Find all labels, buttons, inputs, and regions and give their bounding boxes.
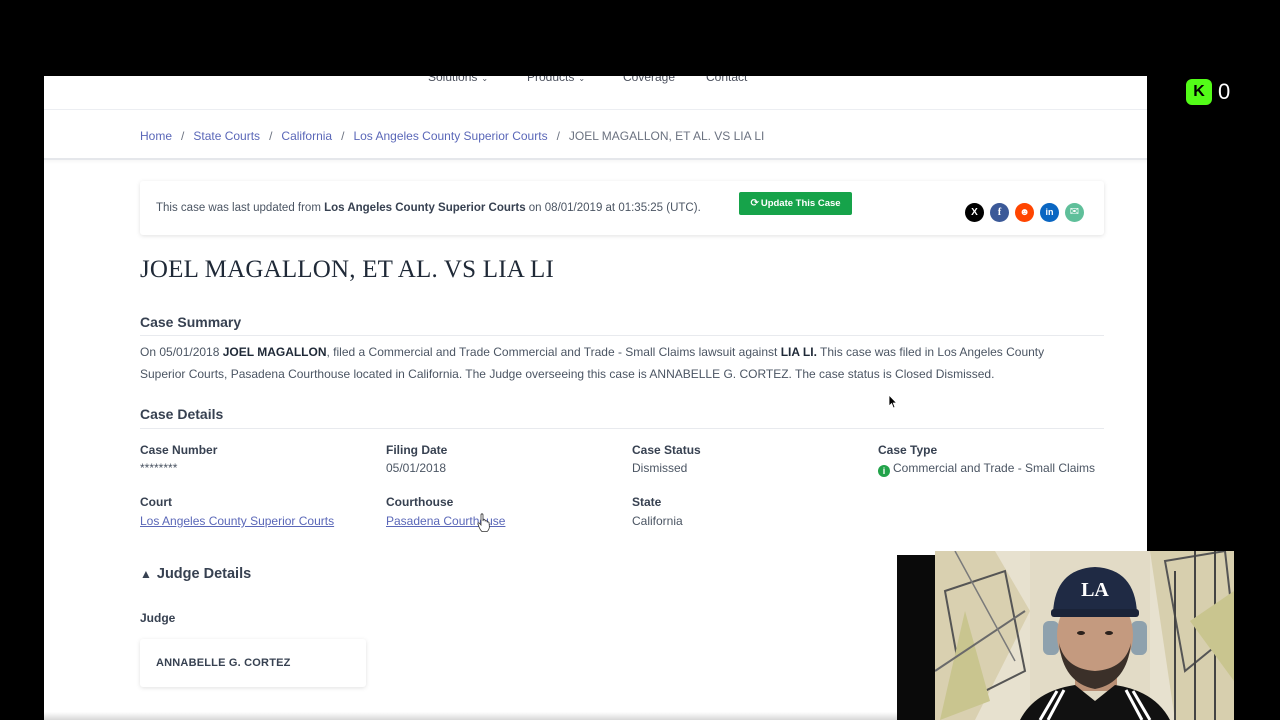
defendant-name: LIA LI. <box>780 345 817 359</box>
case-number-label: Case Number <box>140 443 218 457</box>
top-navigation: Solutions ⌄ Products ⌄ Coverage Contact <box>44 76 1147 110</box>
filing-date-label: Filing Date <box>386 443 448 457</box>
breadcrumb-separator: / <box>269 129 273 143</box>
viewer-count: 0 <box>1218 79 1231 104</box>
refresh-icon: ⟳ <box>750 198 759 209</box>
case-number-value: ******** <box>140 461 178 475</box>
breadcrumb-la-superior-courts[interactable]: Los Angeles County Superior Courts <box>353 129 547 143</box>
judge-card[interactable]: ANNABELLE G. CORTEZ <box>140 639 366 687</box>
breadcrumb: Home / State Courts / California / Los Angeles… <box>140 129 764 143</box>
case-type-label: Case Type <box>878 443 938 457</box>
judge-icon: ▲ <box>140 567 152 581</box>
update-source: Los Angeles County Superior Courts <box>324 202 526 214</box>
nav-contact[interactable]: Contact <box>706 76 747 84</box>
filing-date-value: 05/01/2018 <box>386 461 447 475</box>
case-summary-text: On 05/01/2018 JOEL MAGALLON, filed a Com… <box>140 345 1045 381</box>
update-case-button[interactable]: ⟳ Update This Case <box>739 192 852 215</box>
case-status-label: Case Status <box>632 443 701 457</box>
facebook-icon[interactable]: f <box>990 203 1009 222</box>
breadcrumb-separator: / <box>341 129 345 143</box>
info-icon[interactable]: i <box>878 465 890 477</box>
email-icon[interactable]: ✉ <box>1065 203 1084 222</box>
cap-logo: LA <box>1081 579 1109 601</box>
x-icon[interactable]: X <box>965 203 984 222</box>
webcam-shadow <box>897 555 937 720</box>
divider <box>140 428 1104 429</box>
breadcrumb-california[interactable]: California <box>281 129 332 143</box>
update-notice: This case was last updated from Los Ange… <box>140 181 1104 235</box>
case-details-heading: Case Details <box>140 406 224 422</box>
case-status-value: Dismissed <box>632 461 688 475</box>
judge-name: ANNABELLE G. CORTEZ <box>156 657 291 669</box>
breadcrumb-separator: / <box>181 129 185 143</box>
nav-products[interactable]: Products ⌄ <box>527 76 585 84</box>
breadcrumb-current: JOEL MAGALLON, ET AL. VS LIA LI <box>568 129 765 143</box>
case-type-value: i Commercial and Trade - Small Claims <box>878 461 1095 477</box>
chevron-down-icon: ⌄ <box>481 76 489 83</box>
courthouse-label: Courthouse <box>386 495 454 509</box>
court-link[interactable]: Los Angeles County Superior Courts <box>140 514 334 528</box>
court-label: Court <box>140 495 172 509</box>
case-title: JOEL MAGALLON, ET AL. VS LIA LI <box>140 256 555 283</box>
state-label: State <box>632 495 662 509</box>
case-summary-heading: Case Summary <box>140 314 242 330</box>
divider <box>140 335 1104 336</box>
breadcrumb-bar: Home / State Courts / California / Los Angeles… <box>44 110 1147 160</box>
breadcrumb-home[interactable]: Home <box>140 129 172 143</box>
state-value: California <box>632 514 683 528</box>
breadcrumb-state-courts[interactable]: State Courts <box>193 129 260 143</box>
plaintiff-name: JOEL MAGALLON <box>222 345 327 359</box>
update-notice-text: This case was last updated from Los Ange… <box>156 202 701 214</box>
breadcrumb-separator: / <box>556 129 560 143</box>
webcam-image: LA <box>935 551 1234 720</box>
judge-details-heading: ▲ Judge Details <box>140 566 252 582</box>
mouse-pointer-icon <box>888 394 898 409</box>
nav-solutions[interactable]: Solutions ⌄ <box>428 76 488 84</box>
judge-label: Judge <box>140 611 176 625</box>
hand-cursor-icon <box>477 513 490 532</box>
webcam-feed: LA <box>935 551 1234 720</box>
reddit-icon[interactable]: ☻ <box>1015 203 1034 222</box>
linkedin-icon[interactable]: in <box>1040 203 1059 222</box>
nav-coverage[interactable]: Coverage <box>623 76 675 84</box>
kick-logo-icon: K <box>1186 79 1212 105</box>
chevron-down-icon: ⌄ <box>578 76 586 83</box>
update-datetime: 08/01/2019 at 01:35:25 (UTC). <box>544 202 701 214</box>
